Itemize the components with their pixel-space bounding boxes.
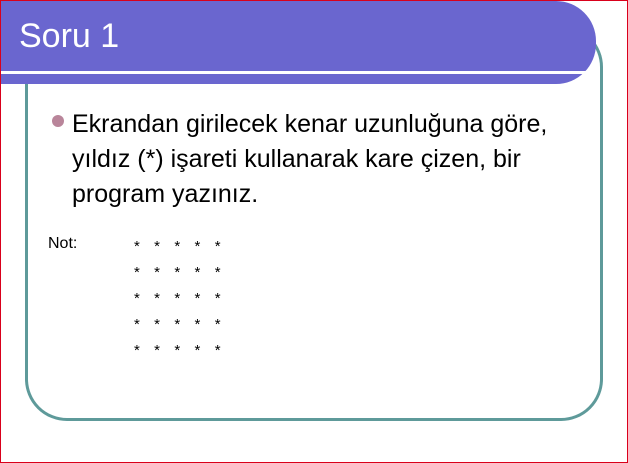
bullet-text: Ekrandan girilecek kenar uzunluğuna göre…	[72, 110, 548, 208]
pattern-row: * * * * *	[134, 290, 223, 307]
pattern-row: * * * * *	[134, 342, 223, 359]
pattern-row: * * * * *	[134, 238, 223, 255]
pattern-row: * * * * *	[134, 316, 223, 333]
pattern-row: * * * * *	[134, 264, 223, 281]
star-pattern: * * * * * * * * * * * * * * * * * * * * …	[134, 234, 223, 364]
title-bar: Soru 1	[1, 1, 596, 84]
content-frame	[25, 25, 603, 421]
bullet-dot-icon	[52, 115, 64, 127]
slide: Soru 1 Ekrandan girilecek kenar uzunluğu…	[0, 0, 628, 463]
note-label: Not:	[48, 235, 78, 252]
slide-title: Soru 1	[19, 17, 120, 55]
title-underline	[1, 71, 591, 74]
